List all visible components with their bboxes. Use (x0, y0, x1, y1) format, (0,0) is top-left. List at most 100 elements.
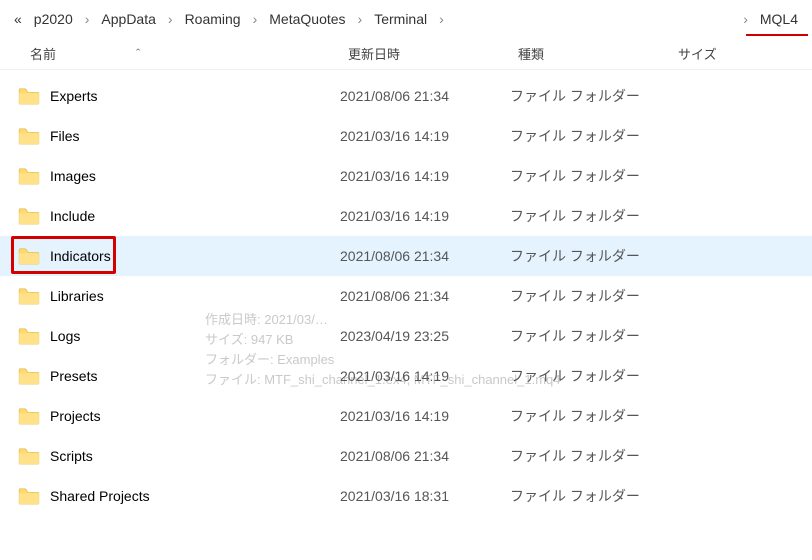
file-type-cell: ファイル フォルダー (510, 156, 670, 196)
file-size-cell (670, 196, 812, 236)
file-date-cell: 2021/03/16 14:19 (340, 396, 510, 436)
column-headers: 名前 ˆ 更新日時 種類 サイズ (0, 38, 812, 70)
folder-icon (18, 247, 40, 265)
file-name-label: Logs (50, 328, 80, 344)
file-size-cell (670, 76, 812, 116)
file-name-cell: Images (0, 156, 340, 196)
file-row[interactable]: Shared Projects2021/03/16 18:31ファイル フォルダ… (0, 476, 812, 516)
file-row[interactable]: Libraries2021/08/06 21:34ファイル フォルダー (0, 276, 812, 316)
file-size-cell (670, 116, 812, 156)
breadcrumb-last[interactable]: MQL4 (754, 0, 804, 38)
file-name-cell: Include (0, 196, 340, 236)
folder-icon (18, 127, 40, 145)
file-size-cell (670, 156, 812, 196)
column-header-type[interactable]: 種類 (510, 38, 670, 69)
file-name-label: Libraries (50, 288, 104, 304)
file-name-cell: Experts (0, 76, 340, 116)
breadcrumb-segment[interactable]: Roaming (179, 0, 247, 38)
file-row[interactable]: Experts 2021/08/06 21:34ファイル フォルダー (0, 76, 812, 116)
column-header-type-label: 種類 (518, 44, 544, 63)
file-type-cell: ファイル フォルダー (510, 396, 670, 436)
file-type-cell: ファイル フォルダー (510, 116, 670, 156)
file-row[interactable]: Logs 2023/04/19 23:25ファイル フォルダー (0, 316, 812, 356)
breadcrumb-more[interactable]: « (8, 11, 28, 27)
column-header-size[interactable]: サイズ (670, 38, 812, 69)
file-size-cell (670, 316, 812, 356)
column-header-size-label: サイズ (678, 44, 717, 63)
file-type-cell: ファイル フォルダー (510, 196, 670, 236)
column-header-name-label: 名前 (30, 44, 56, 63)
file-type-cell: ファイル フォルダー (510, 276, 670, 316)
file-name-cell: Presets (0, 356, 340, 396)
breadcrumb-segment[interactable]: Terminal (368, 0, 433, 38)
file-row[interactable]: Indicators 2021/08/06 21:34ファイル フォルダー (0, 236, 812, 276)
folder-icon (18, 367, 40, 385)
file-date-cell: 2023/04/19 23:25 (340, 316, 510, 356)
file-name-cell: Indicators (0, 236, 340, 276)
folder-icon (18, 287, 40, 305)
breadcrumb: « p2020 › AppData › Roaming › MetaQuotes… (0, 0, 812, 38)
file-row[interactable]: Presets 2021/03/16 14:19ファイル フォルダー (0, 356, 812, 396)
file-type-cell: ファイル フォルダー (510, 356, 670, 396)
file-size-cell (670, 236, 812, 276)
chevron-right-icon[interactable]: › (247, 11, 264, 27)
folder-icon (18, 87, 40, 105)
breadcrumb-segment[interactable]: AppData (95, 0, 161, 38)
file-row[interactable]: Projects 2021/03/16 14:19ファイル フォルダー (0, 396, 812, 436)
chevron-right-icon[interactable]: › (737, 11, 754, 27)
file-size-cell (670, 476, 812, 516)
file-date-cell: 2021/08/06 21:34 (340, 436, 510, 476)
column-header-date[interactable]: 更新日時 (340, 38, 510, 69)
file-name-label: Files (50, 128, 80, 144)
file-date-cell: 2021/03/16 14:19 (340, 196, 510, 236)
file-name-label: Projects (50, 408, 101, 424)
file-name-cell: Libraries (0, 276, 340, 316)
file-size-cell (670, 276, 812, 316)
folder-icon (18, 447, 40, 465)
file-row[interactable]: Include 2021/03/16 14:19ファイル フォルダー (0, 196, 812, 236)
file-name-cell: Shared Projects (0, 476, 340, 516)
breadcrumb-segment[interactable]: MetaQuotes (263, 0, 351, 38)
file-row[interactable]: Images 2021/03/16 14:19ファイル フォルダー (0, 156, 812, 196)
file-type-cell: ファイル フォルダー (510, 236, 670, 276)
folder-icon (18, 207, 40, 225)
chevron-right-icon[interactable]: › (79, 11, 96, 27)
file-name-label: Presets (50, 368, 97, 384)
file-type-cell: ファイル フォルダー (510, 76, 670, 116)
folder-icon (18, 407, 40, 425)
file-name-label: Indicators (50, 248, 111, 264)
file-name-label: Scripts (50, 448, 93, 464)
file-name-label: Experts (50, 88, 97, 104)
breadcrumb-segment[interactable]: p2020 (28, 0, 79, 38)
file-name-cell: Scripts (0, 436, 340, 476)
file-size-cell (670, 396, 812, 436)
file-date-cell: 2021/08/06 21:34 (340, 236, 510, 276)
file-date-cell: 2021/08/06 21:34 (340, 76, 510, 116)
file-type-cell: ファイル フォルダー (510, 436, 670, 476)
file-type-cell: ファイル フォルダー (510, 316, 670, 356)
file-name-cell: Projects (0, 396, 340, 436)
file-type-cell: ファイル フォルダー (510, 476, 670, 516)
chevron-right-icon[interactable]: › (433, 11, 450, 27)
annotation-underline (746, 34, 808, 36)
file-size-cell (670, 436, 812, 476)
file-name-cell: Files (0, 116, 340, 156)
sort-indicator-icon: ˆ (136, 46, 140, 61)
file-list: Experts2021/08/06 21:34ファイル フォルダーFiles20… (0, 70, 812, 516)
column-header-date-label: 更新日時 (348, 44, 400, 63)
folder-icon (18, 167, 40, 185)
file-date-cell: 2021/03/16 18:31 (340, 476, 510, 516)
file-name-label: Images (50, 168, 96, 184)
file-date-cell: 2021/03/16 14:19 (340, 356, 510, 396)
column-header-name[interactable]: 名前 ˆ (0, 38, 340, 69)
file-date-cell: 2021/03/16 14:19 (340, 156, 510, 196)
file-name-label: Include (50, 208, 95, 224)
file-date-cell: 2021/03/16 14:19 (340, 116, 510, 156)
file-name-cell: Logs (0, 316, 340, 356)
chevron-right-icon[interactable]: › (162, 11, 179, 27)
chevron-right-icon[interactable]: › (352, 11, 369, 27)
breadcrumb-segment-current[interactable]: MQL4 (754, 0, 804, 38)
file-row[interactable]: Files 2021/03/16 14:19ファイル フォルダー (0, 116, 812, 156)
file-row[interactable]: Scripts 2021/08/06 21:34ファイル フォルダー (0, 436, 812, 476)
file-size-cell (670, 356, 812, 396)
